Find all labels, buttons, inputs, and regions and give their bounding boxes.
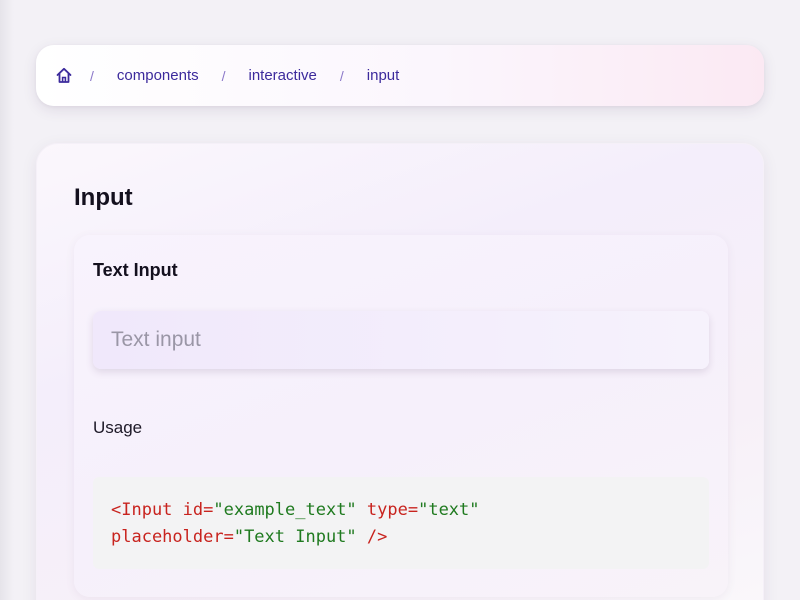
text-input[interactable] <box>93 311 709 369</box>
code-token: "example_text" <box>213 500 357 520</box>
code-token: "text" <box>418 500 480 520</box>
text-input-section: Text Input Usage <Input id="example_text… <box>74 235 728 597</box>
code-token: "Text Input" <box>233 527 357 547</box>
page-edge <box>0 0 14 600</box>
code-token: id= <box>172 500 214 520</box>
code-token: /> <box>356 527 388 547</box>
breadcrumb-home[interactable] <box>56 67 72 84</box>
breadcrumb-separator: / <box>221 67 226 84</box>
breadcrumb-separator: / <box>90 67 94 84</box>
home-icon <box>56 67 72 83</box>
code-token: placeholder= <box>111 527 234 547</box>
page-title: Input <box>74 184 133 211</box>
breadcrumb-input[interactable]: input <box>367 67 400 84</box>
breadcrumb-components[interactable]: components <box>117 67 199 84</box>
section-title: Text Input <box>93 260 178 280</box>
code-snippet: <Input id="example_text" type="text" pla… <box>93 477 709 569</box>
code-token: type= <box>356 500 419 520</box>
breadcrumb: / components / interactive / input <box>36 45 764 106</box>
breadcrumb-separator: / <box>339 67 344 84</box>
usage-label: Usage <box>93 418 143 437</box>
breadcrumb-interactive[interactable]: interactive <box>249 67 317 84</box>
code-token: <Input <box>111 500 173 520</box>
component-card: Input Text Input Usage <Input id="exampl… <box>36 143 764 600</box>
